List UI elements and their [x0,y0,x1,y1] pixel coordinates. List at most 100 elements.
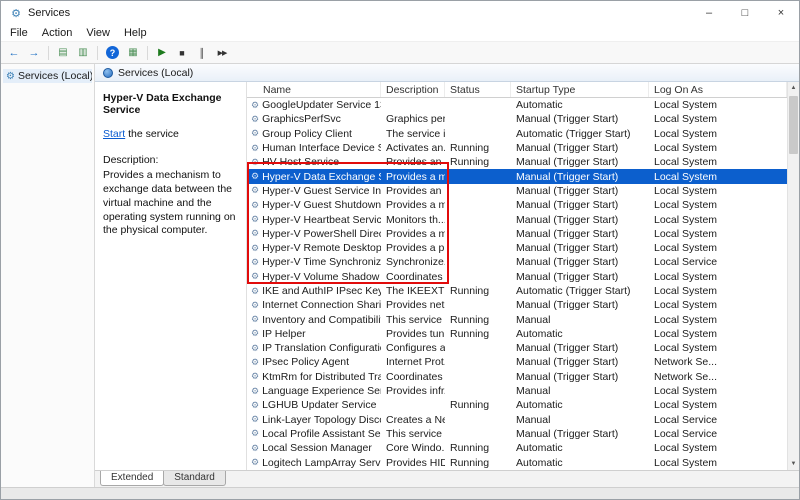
minimize-button[interactable]: – [691,1,727,25]
service-gear-icon: ⚙ [251,200,259,211]
table-row[interactable]: ⚙Group Policy Client The service i... Au… [247,127,787,141]
table-row[interactable]: ⚙Hyper-V Data Exchange Serv... Provides … [247,169,787,183]
service-name-cell: ⚙HV Host Service [247,156,381,168]
scope-header: Services (Local) [95,64,799,82]
table-row[interactable]: ⚙IKE and AuthIP IPsec Keying ... The IKE… [247,284,787,298]
service-startup-cell: Automatic [511,457,649,469]
table-row[interactable]: ⚙Local Session Manager Core Windo... Run… [247,441,787,455]
tree-item-services-local[interactable]: ⚙ Services (Local) [3,69,92,83]
maximize-button[interactable]: □ [727,1,763,25]
service-name-cell: ⚙LGHUB Updater Service [247,399,381,411]
service-status-cell: Running [445,142,511,154]
table-row[interactable]: ⚙Hyper-V Volume Shadow Co... Coordinates… [247,270,787,284]
tab-standard[interactable]: Standard [163,471,226,486]
vertical-scrollbar[interactable]: ▲ ▼ [787,82,799,470]
service-gear-icon: ⚙ [251,386,259,397]
service-startup-cell: Manual (Trigger Start) [511,171,649,183]
column-header-name[interactable]: Name [247,82,381,97]
selected-service-title: Hyper-V Data Exchange Service [103,92,238,116]
column-header-description[interactable]: Description [381,82,445,97]
service-gear-icon: ⚙ [251,100,259,111]
table-row[interactable]: ⚙Hyper-V Time Synchronizati... Synchroni… [247,255,787,269]
restart-service-icon[interactable]: ▶▶ [213,44,231,62]
table-row[interactable]: ⚙Inventory and Compatibility... This ser… [247,312,787,326]
table-row[interactable]: ⚙HV Host Service Provides an i... Runnin… [247,155,787,169]
table-row[interactable]: ⚙IPsec Policy Agent Internet Prot... Man… [247,355,787,369]
service-name-cell: ⚙IKE and AuthIP IPsec Keying ... [247,285,381,297]
table-row[interactable]: ⚙GoogleUpdater Service 130... Automatic … [247,98,787,112]
table-row[interactable]: ⚙Language Experience Service Provides in… [247,384,787,398]
service-startup-cell: Manual [511,414,649,426]
forward-icon[interactable]: → [25,44,43,62]
service-startup-cell: Manual [511,385,649,397]
export-list-icon[interactable]: ▥ [74,44,92,62]
table-row[interactable]: ⚙Hyper-V Heartbeat Service Monitors th..… [247,212,787,226]
service-description-cell: Provides an i... [381,156,445,168]
service-logon-cell: Local Service [649,414,787,426]
pause-service-icon[interactable]: ║ [193,44,211,62]
table-row[interactable]: ⚙Local Profile Assistant Service This se… [247,427,787,441]
table-row[interactable]: ⚙IP Translation Configuration ... Config… [247,341,787,355]
scroll-down-icon[interactable]: ▼ [788,458,799,470]
service-gear-icon: ⚙ [251,443,259,454]
service-startup-cell: Manual (Trigger Start) [511,242,649,254]
scope-header-label: Services (Local) [118,67,193,79]
table-row[interactable]: ⚙LGHUB Updater Service Running Automatic… [247,398,787,412]
table-row[interactable]: ⚙KtmRm for Distributed Trans... Coordina… [247,370,787,384]
tab-extended[interactable]: Extended [100,471,164,486]
service-startup-cell: Manual (Trigger Start) [511,142,649,154]
table-row[interactable]: ⚙Human Interface Device Serv... Activate… [247,141,787,155]
scrollbar-thumb[interactable] [789,96,798,154]
service-startup-cell: Manual (Trigger Start) [511,228,649,240]
start-service-link[interactable]: Start [103,128,125,140]
service-startup-cell: Manual [511,314,649,326]
service-name-cell: ⚙Hyper-V Data Exchange Serv... [247,171,381,183]
start-service-icon[interactable]: ▶ [153,44,171,62]
service-gear-icon: ⚙ [251,314,259,325]
table-row[interactable]: ⚙Hyper-V PowerShell Direct S... Provides… [247,227,787,241]
scroll-up-icon[interactable]: ▲ [788,82,799,94]
service-startup-cell: Automatic [511,399,649,411]
service-name-cell: ⚙KtmRm for Distributed Trans... [247,371,381,383]
service-gear-icon: ⚙ [251,371,259,382]
view-tab-strip: Extended Standard [95,470,799,487]
menu-action[interactable]: Action [35,26,80,40]
table-row[interactable]: ⚙Internet Connection Sharing... Provides… [247,298,787,312]
service-description-cell: This service ... [381,428,445,440]
service-description-cell: The IKEEXT s... [381,285,445,297]
service-gear-icon: ⚙ [251,357,259,368]
menu-help[interactable]: Help [117,26,154,40]
menu-file[interactable]: File [3,26,35,40]
column-header-startup-type[interactable]: Startup Type [511,82,649,97]
table-row[interactable]: ⚙Hyper-V Guest Service Interf... Provide… [247,184,787,198]
console-tree-pane: ⚙ Services (Local) [1,64,95,487]
table-row[interactable]: ⚙Link-Layer Topology Discove... Creates … [247,413,787,427]
help-icon[interactable]: ? [106,46,119,59]
service-description-cell: Provides tun... [381,328,445,340]
service-logon-cell: Local System [649,228,787,240]
menu-view[interactable]: View [79,26,117,40]
table-row[interactable]: ⚙GraphicsPerfSvc Graphics per... Manual … [247,112,787,126]
service-name-cell: ⚙GraphicsPerfSvc [247,113,381,125]
show-window-icon[interactable]: ▦ [124,44,142,62]
column-header-status[interactable]: Status [445,82,511,97]
table-row[interactable]: ⚙Hyper-V Remote Desktop Vi... Provides a… [247,241,787,255]
service-description-cell: Monitors th... [381,214,445,226]
service-startup-cell: Automatic [511,328,649,340]
close-button[interactable]: × [763,1,799,25]
service-startup-cell: Manual (Trigger Start) [511,214,649,226]
service-description-cell: Provides a m... [381,171,445,183]
service-gear-icon: ⚙ [251,271,259,282]
service-status-cell: Running [445,457,511,469]
services-app-icon: ⚙ [9,7,23,20]
stop-service-icon[interactable]: ■ [173,44,191,62]
show-console-tree-icon[interactable]: ▤ [54,44,72,62]
back-icon[interactable]: ← [5,44,23,62]
table-row[interactable]: ⚙Logitech LampArray Service Provides HID… [247,455,787,469]
services-node-icon: ⚙ [6,71,15,82]
table-row[interactable]: ⚙IP Helper Provides tun... Running Autom… [247,327,787,341]
table-row[interactable]: ⚙Hyper-V Guest Shutdown Se... Provides a… [247,198,787,212]
service-action-line: Start the service [103,128,238,140]
column-header-log-on-as[interactable]: Log On As [649,82,787,97]
service-logon-cell: Local System [649,457,787,469]
